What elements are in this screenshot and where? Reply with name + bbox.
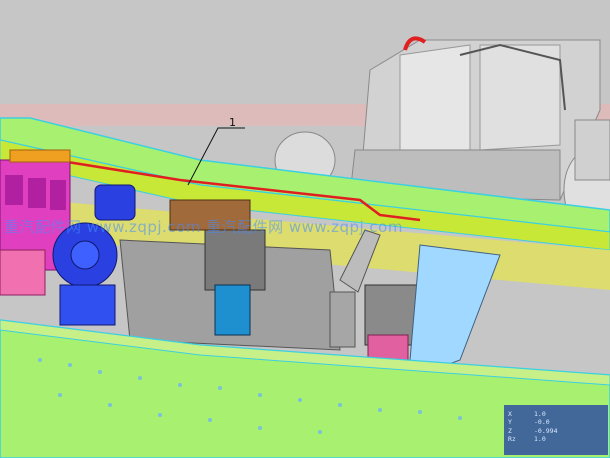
coord-value: 1.0: [534, 410, 546, 418]
coord-axis-label: Y: [508, 418, 512, 427]
coord-value: -0.0: [534, 418, 550, 427]
side-bracket: [574, 119, 610, 181]
battery-box[interactable]: [349, 36, 601, 201]
chassis-3d-view[interactable]: [0, 0, 610, 458]
coord-value: -0.994: [534, 426, 558, 435]
coord-row-rz: Rz 1.0: [508, 435, 606, 443]
coord-row-x: X 1.0: [508, 410, 606, 418]
callout-label: 1: [229, 116, 236, 129]
coord-axis-label: X: [508, 410, 512, 418]
coord-value: 1.0: [534, 434, 546, 443]
coord-axis-label: Z: [508, 426, 512, 435]
coord-axis-label: Rz: [508, 434, 516, 443]
coord-row-y: Y -0.0: [508, 418, 606, 426]
coordinate-readout: X 1.0 Y -0.0 Z -0.994 Rz 1.0: [508, 410, 606, 443]
coord-row-z: Z -0.994: [508, 427, 606, 435]
shift-valve-blue[interactable]: [214, 284, 251, 336]
cad-viewport[interactable]: 1 重汽配件网 www.zqpj.com 重汽配件网 www.zqpj.com …: [0, 0, 610, 458]
power-take-off[interactable]: [169, 199, 251, 231]
